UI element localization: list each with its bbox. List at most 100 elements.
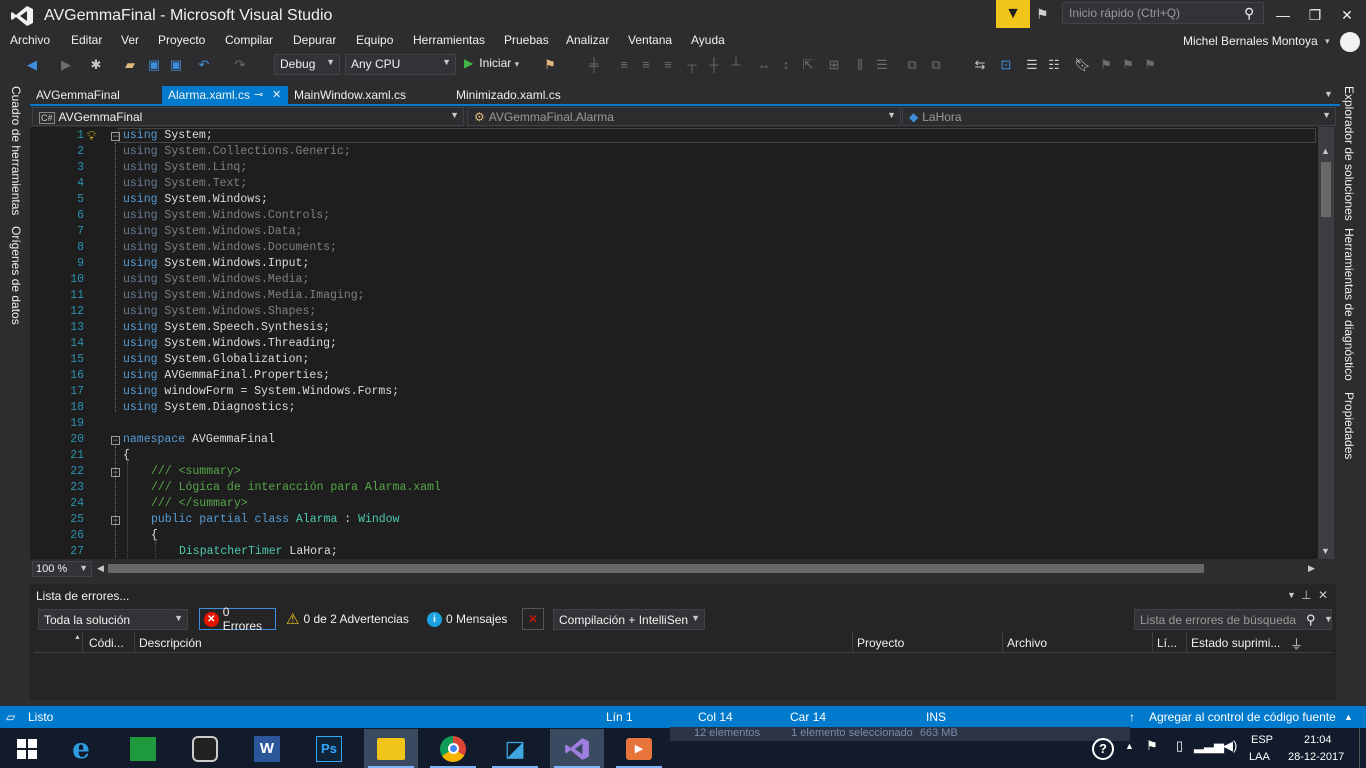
align-top-icon[interactable]: ┬ <box>684 57 700 73</box>
scroll-down-icon[interactable]: ▼ <box>1321 546 1330 556</box>
align-right-icon[interactable]: ≡ <box>660 57 676 73</box>
clock-time[interactable]: 21:04 <box>1304 734 1332 746</box>
chevron-up-icon[interactable]: ▲ <box>1344 712 1353 722</box>
same-size-icon[interactable]: ⇱ <box>800 57 816 73</box>
pin-icon[interactable]: ⊥ <box>1301 588 1311 602</box>
maximize-button[interactable]: ❐ <box>1300 4 1330 26</box>
forward-icon[interactable]: ▶ <box>58 57 74 73</box>
menu-equipo[interactable]: Equipo <box>356 33 393 47</box>
align-middle-icon[interactable]: ┼ <box>706 57 722 73</box>
show-desktop-button[interactable] <box>1359 728 1366 768</box>
scroll-up-icon[interactable]: ▲ <box>1321 146 1330 156</box>
save-all-icon[interactable]: ▣ <box>168 57 184 73</box>
menu-herramientas[interactable]: Herramientas <box>413 33 485 47</box>
taskbar-media-player[interactable]: ▶ <box>612 729 666 768</box>
send-back-icon[interactable]: ⧉ <box>928 57 944 73</box>
tab-order-icon[interactable]: ⇆ <box>972 57 988 73</box>
column-header-project[interactable]: Proyecto <box>857 636 904 650</box>
tab-overflow-icon[interactable]: ▼ <box>1324 89 1333 99</box>
chevron-down-icon[interactable]: ▼ <box>1324 614 1333 624</box>
menu-archivo[interactable]: Archivo <box>10 33 50 47</box>
search-icon[interactable]: ⚲ <box>1244 5 1254 22</box>
space-horizontal-icon[interactable]: ⫼ <box>852 57 868 73</box>
clear-bookmarks-icon[interactable]: ⚑ <box>1142 57 1158 73</box>
build-intellisense-select[interactable]: Compilación + IntelliSen ▼ <box>553 609 705 630</box>
scrollbar-thumb[interactable] <box>1321 162 1331 217</box>
search-icon[interactable]: ⚲ <box>1306 612 1316 628</box>
start-debug-button[interactable]: ▶ Iniciar ▾ <box>464 56 519 70</box>
menu-ayuda[interactable]: Ayuda <box>691 33 725 47</box>
sort-icon[interactable]: ▲ <box>74 634 81 641</box>
column-header-line[interactable]: Lí... <box>1157 636 1177 650</box>
warnings-filter-button[interactable]: ⚠ 0 de 2 Advertencias <box>282 608 413 630</box>
close-button[interactable]: ✕ <box>1332 4 1362 26</box>
taskbar-blend[interactable]: ◪ <box>488 729 542 768</box>
same-height-icon[interactable]: ↕ <box>778 57 794 73</box>
horizontal-scroll-thumb[interactable] <box>108 564 1204 573</box>
menu-analizar[interactable]: Analizar <box>566 33 609 47</box>
taskbar-photoshop[interactable]: Ps <box>302 729 356 768</box>
same-width-icon[interactable]: ↔ <box>756 57 772 73</box>
close-panel-icon[interactable]: ✕ <box>1318 588 1328 602</box>
new-project-icon[interactable]: ✱ <box>88 57 104 73</box>
help-icon[interactable]: ? <box>1092 738 1114 760</box>
menu-compilar[interactable]: Compilar <box>225 33 273 47</box>
pin-icon[interactable]: ⊸ <box>254 88 263 101</box>
save-icon[interactable]: ▣ <box>146 57 162 73</box>
scroll-left-icon[interactable]: ◀ <box>97 563 104 574</box>
close-tab-icon[interactable]: ✕ <box>272 88 281 101</box>
zoom-select[interactable]: 100 % ▼ <box>32 561 92 577</box>
redo-icon[interactable]: ↷ <box>232 57 248 73</box>
show-hidden-icons-icon[interactable]: ▲ <box>1125 741 1134 751</box>
taskbar-webcam-app[interactable] <box>178 729 232 768</box>
error-scope-select[interactable]: Toda la solución ▼ <box>38 609 188 630</box>
column-header-suppression-state[interactable]: Estado suprimi... <box>1191 636 1280 650</box>
tab-avgemmafinal[interactable]: AVGemmaFinal <box>30 86 126 106</box>
feedback-filter-icon[interactable]: ▼ <box>996 0 1030 28</box>
battery-icon[interactable]: ▯ <box>1176 738 1183 754</box>
menu-proyecto[interactable]: Proyecto <box>158 33 205 47</box>
align-center-icon[interactable]: ≡ <box>638 57 654 73</box>
notifications-icon[interactable]: ⚑ <box>1036 6 1054 22</box>
taskbar-file-explorer[interactable] <box>364 729 418 768</box>
collapse-icon[interactable]: − <box>111 436 120 445</box>
next-bookmark-icon[interactable]: ⚑ <box>1120 57 1136 73</box>
tab-alarma-xaml-cs[interactable]: Alarma.xaml.cs ⊸ ✕ <box>162 86 288 106</box>
action-flag-icon[interactable]: ⚑ <box>1146 738 1158 754</box>
scroll-right-icon[interactable]: ▶ <box>1308 563 1315 574</box>
start-button[interactable] <box>0 729 54 768</box>
comment-icon[interactable]: ☰ <box>1024 57 1040 73</box>
taskbar-chrome[interactable] <box>426 729 480 768</box>
clear-filter-icon[interactable]: ✕ <box>522 608 544 630</box>
error-search-input[interactable]: Lista de errores de búsqueda <box>1134 609 1332 630</box>
quick-launch-input[interactable]: Inicio rápido (Ctrl+Q) <box>1062 2 1264 24</box>
lock-controls-icon[interactable]: ⊡ <box>998 57 1014 73</box>
collapse-icon[interactable]: − <box>111 132 120 141</box>
user-name[interactable]: Michel Bernales Montoya <box>1183 34 1318 48</box>
taskbar-visual-studio[interactable] <box>550 729 604 768</box>
panel-options-icon[interactable]: ▼ <box>1287 590 1296 600</box>
user-dropdown-icon[interactable]: ▾ <box>1325 36 1330 47</box>
menu-ver[interactable]: Ver <box>121 33 139 47</box>
user-avatar[interactable] <box>1340 32 1360 52</box>
browser-link-icon[interactable]: ⚑ <box>542 57 558 73</box>
undo-icon[interactable]: ↶ <box>196 57 212 73</box>
properties-tab[interactable]: Propiedades <box>1342 392 1356 459</box>
uncomment-icon[interactable]: ☷ <box>1046 57 1062 73</box>
menu-pruebas[interactable]: Pruebas <box>504 33 549 47</box>
volume-icon[interactable]: ◀) <box>1223 738 1237 754</box>
bring-front-icon[interactable]: ⧉ <box>904 57 920 73</box>
network-icon[interactable]: ▂▃▅ <box>1194 738 1224 754</box>
minimize-button[interactable]: — <box>1268 4 1298 26</box>
column-header-file[interactable]: Archivo <box>1007 636 1047 650</box>
add-to-source-control-button[interactable]: Agregar al control de código fuente <box>1149 710 1336 724</box>
menu-ventana[interactable]: Ventana <box>628 33 672 47</box>
diagnostic-tools-tab[interactable]: Herramientas de diagnóstico <box>1342 228 1356 381</box>
errors-filter-button[interactable]: ✕ 0 Errores <box>199 605 276 633</box>
taskbar-word[interactable]: W <box>240 729 294 768</box>
platform-select[interactable]: Any CPU ▼ <box>345 54 456 75</box>
prev-bookmark-icon[interactable]: ⚑ <box>1098 57 1114 73</box>
taskbar-store[interactable] <box>116 729 170 768</box>
menu-depurar[interactable]: Depurar <box>293 33 336 47</box>
column-header-code[interactable]: Códi... <box>89 636 124 650</box>
